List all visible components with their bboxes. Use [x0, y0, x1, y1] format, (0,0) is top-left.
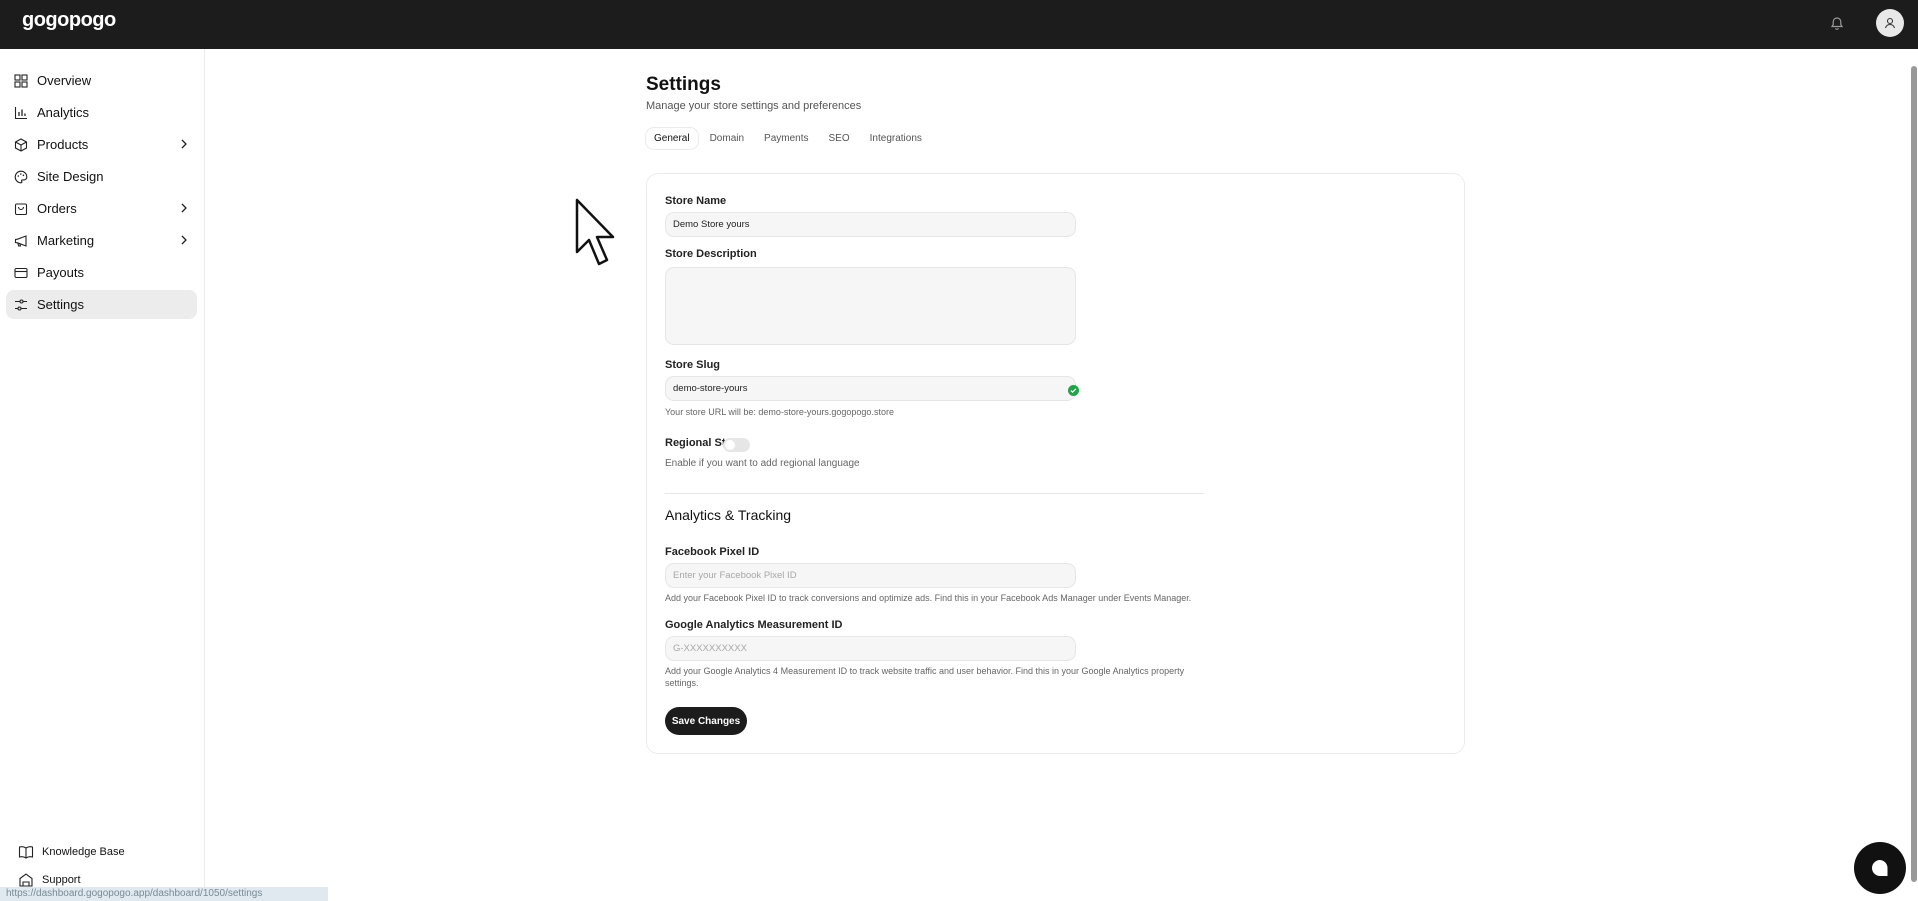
- tab-integrations[interactable]: Integrations: [862, 128, 930, 149]
- tab-payments[interactable]: Payments: [756, 128, 816, 149]
- toggle-knob: [725, 440, 735, 450]
- shopping-bag-icon: [13, 201, 28, 216]
- sidebar-item-label: Orders: [37, 201, 77, 216]
- section-divider: [665, 493, 1204, 494]
- bar-chart-icon: [13, 105, 28, 120]
- store-slug-label: Store Slug: [665, 359, 721, 371]
- grid-icon: [13, 73, 28, 88]
- chevron-right-icon: [181, 203, 187, 213]
- store-slug-value: demo-store-yours: [673, 383, 748, 394]
- app-logo[interactable]: gogopogo: [22, 9, 116, 32]
- knowledge-base-link[interactable]: Knowledge Base: [18, 844, 125, 860]
- status-bar-url: https://dashboard.gogopogo.app/dashboard…: [0, 887, 328, 901]
- check-circle-icon: [1068, 385, 1079, 396]
- book-icon: [18, 846, 34, 859]
- sidebar-item-analytics[interactable]: Analytics: [6, 98, 197, 127]
- sidebar-item-marketing[interactable]: Marketing: [6, 226, 197, 255]
- sidebar-item-label: Site Design: [37, 169, 104, 184]
- analytics-section-title: Analytics & Tracking: [665, 507, 792, 523]
- support-icon: [19, 873, 33, 887]
- store-slug-input[interactable]: demo-store-yours: [665, 376, 1079, 401]
- sidebar-item-site-design[interactable]: Site Design: [6, 162, 197, 191]
- sidebar-item-orders[interactable]: Orders: [6, 194, 197, 223]
- sidebar-item-label: Products: [37, 137, 89, 152]
- sidebar-item-label: Payouts: [37, 265, 84, 280]
- tab-seo[interactable]: SEO: [821, 128, 858, 149]
- google-analytics-input[interactable]: G-XXXXXXXXXX: [665, 636, 1076, 661]
- regional-store-hint: Enable if you want to add regional langu…: [665, 458, 860, 469]
- sliders-icon: [13, 297, 28, 312]
- regional-store-toggle[interactable]: [723, 438, 750, 452]
- store-description-label: Store Description: [665, 248, 757, 260]
- megaphone-icon: [13, 233, 28, 248]
- support-label: Support: [42, 874, 81, 886]
- support-link[interactable]: Support: [18, 872, 81, 888]
- sidebar: Overview Analytics Products Site Design …: [0, 49, 205, 901]
- facebook-pixel-label: Facebook Pixel ID: [665, 546, 760, 558]
- top-bar: gogopogo: [0, 0, 1918, 49]
- facebook-pixel-hint: Add your Facebook Pixel ID to track conv…: [665, 593, 1192, 603]
- sidebar-item-label: Overview: [37, 73, 92, 88]
- chevron-right-icon: [181, 235, 187, 245]
- avatar[interactable]: [1876, 9, 1904, 37]
- bell-icon[interactable]: [1826, 13, 1848, 35]
- save-changes-button[interactable]: Save Changes: [665, 707, 747, 735]
- google-analytics-hint: Add your Google Analytics 4 Measurement …: [665, 666, 1185, 676]
- store-url-hint: Your store URL will be: demo-store-yours…: [665, 407, 894, 417]
- chat-bubble-icon: [1872, 860, 1888, 876]
- chat-button[interactable]: [1854, 842, 1906, 894]
- knowledge-base-label: Knowledge Base: [42, 846, 125, 858]
- scrollbar-thumb[interactable]: [1911, 66, 1917, 882]
- sidebar-item-label: Analytics: [37, 105, 90, 120]
- mouse-cursor-icon: [575, 198, 615, 266]
- sidebar-item-label: Settings: [37, 297, 84, 312]
- store-name-input[interactable]: Demo Store yours: [665, 212, 1076, 237]
- page-title: Settings: [646, 74, 721, 95]
- sidebar-item-payouts[interactable]: Payouts: [6, 258, 197, 287]
- palette-icon: [13, 169, 28, 184]
- page-subtitle: Manage your store settings and preferenc…: [646, 100, 862, 112]
- store-description-textarea[interactable]: [665, 267, 1076, 345]
- chevron-right-icon: [181, 139, 187, 149]
- sidebar-item-settings[interactable]: Settings: [6, 290, 197, 319]
- google-analytics-hint-cont: settings.: [665, 678, 699, 688]
- settings-tabs: General Domain Payments SEO Integrations: [646, 128, 930, 149]
- sidebar-item-products[interactable]: Products: [6, 130, 197, 159]
- sidebar-item-label: Marketing: [37, 233, 95, 248]
- facebook-pixel-input[interactable]: Enter your Facebook Pixel ID: [665, 563, 1076, 588]
- tab-general[interactable]: General: [646, 128, 698, 149]
- google-analytics-label: Google Analytics Measurement ID: [665, 619, 843, 631]
- store-name-label: Store Name: [665, 195, 727, 207]
- sidebar-item-overview[interactable]: Overview: [6, 66, 197, 95]
- tab-domain[interactable]: Domain: [702, 128, 752, 149]
- box-icon: [13, 137, 28, 152]
- settings-card: Store Name Demo Store yours Store Descri…: [646, 173, 1465, 754]
- card-icon: [13, 265, 28, 280]
